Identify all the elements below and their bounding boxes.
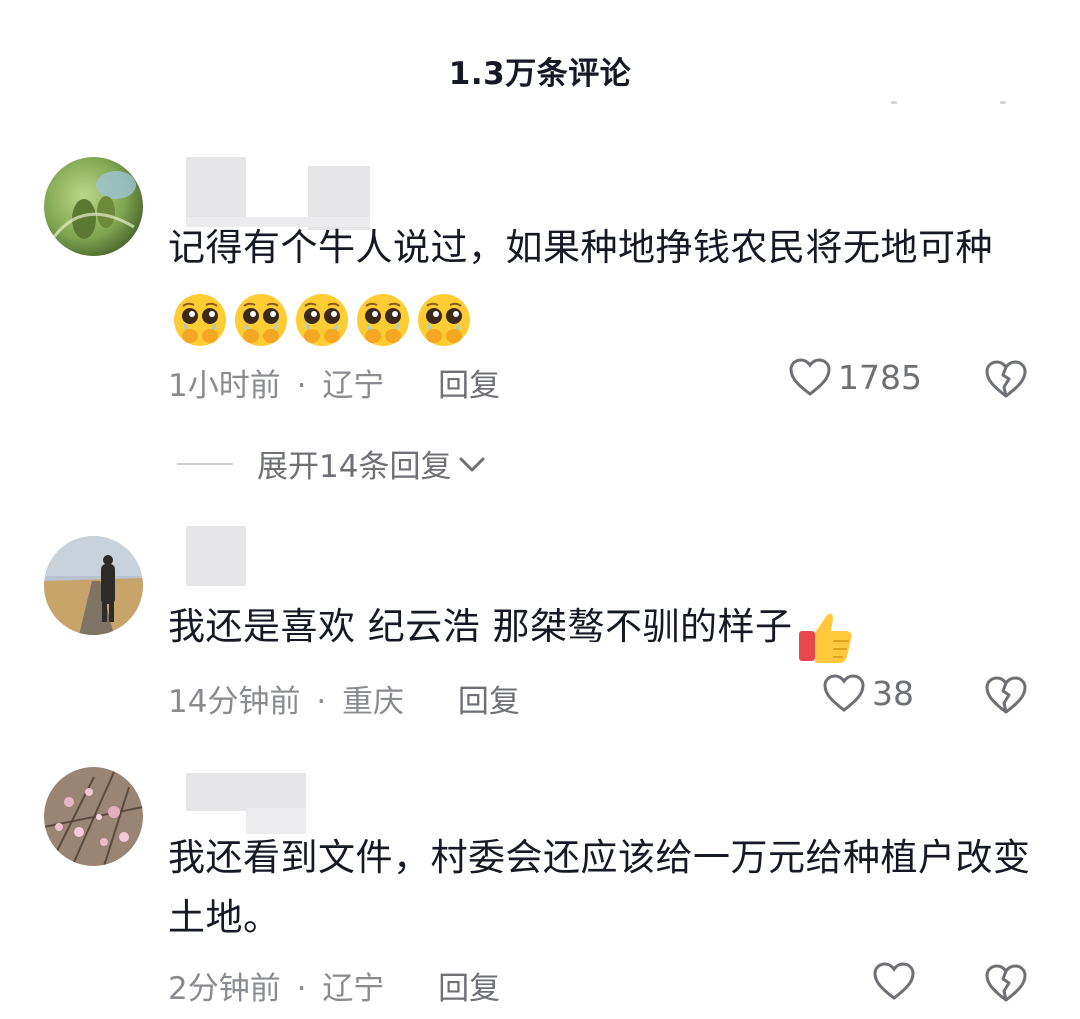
meta-separator: · [296, 368, 307, 404]
pleading-crying-face-emoji [235, 294, 287, 346]
thumbs-up-emoji [798, 613, 852, 663]
meta-separator: · [316, 684, 327, 720]
avatar[interactable] [44, 536, 143, 635]
like-button[interactable]: 1785 [788, 357, 922, 397]
pleading-crying-face-emoji [296, 294, 348, 346]
emoji-group [795, 607, 856, 667]
comment-location: 辽宁 [322, 971, 385, 1007]
like-count: 38 [872, 673, 914, 713]
username-redacted [186, 157, 246, 217]
heart-outline-icon [823, 674, 865, 712]
comment-meta: 2分钟前 · 辽宁 回复 [168, 963, 500, 1008]
chevron-down-icon [459, 457, 485, 471]
username-redacted [186, 526, 246, 586]
expand-replies-button[interactable]: 展开14条回复 [177, 441, 487, 486]
avatar[interactable] [44, 157, 143, 256]
pleading-crying-face-emoji [174, 294, 226, 346]
heart-outline-icon [873, 962, 915, 1000]
comments-count-title: 1.3万条评论 [448, 56, 632, 92]
comment-time: 1小时前 [168, 368, 281, 404]
pleading-crying-face-emoji [357, 294, 409, 346]
heart-outline-icon [789, 358, 831, 396]
like-button[interactable] [872, 961, 922, 1001]
pleading-crying-face-emoji [418, 294, 470, 346]
broken-heart-icon[interactable] [984, 675, 1028, 715]
emoji-group [170, 288, 475, 348]
reply-button[interactable]: 回复 [438, 971, 500, 1007]
comment-location: 重庆 [342, 684, 405, 720]
reply-button[interactable]: 回复 [458, 684, 520, 720]
like-count: 1785 [838, 357, 922, 397]
expand-dash [177, 462, 233, 465]
header-divider-mark [891, 101, 897, 104]
header-divider-mark [1000, 101, 1006, 104]
comment-meta: 14分钟前 · 重庆 回复 [168, 676, 520, 721]
like-button[interactable]: 38 [822, 673, 914, 713]
expand-replies-label: 展开14条回复 [257, 449, 452, 485]
meta-separator: · [296, 971, 307, 1007]
username-redacted [186, 773, 306, 811]
comment-text: 我还看到文件，村委会还应该给一万元给种植户改变土地。 [168, 836, 1031, 939]
avatar[interactable] [44, 767, 143, 866]
broken-heart-icon[interactable] [984, 963, 1028, 1003]
broken-heart-icon[interactable] [984, 359, 1028, 399]
comment-text: 我还是喜欢 纪云浩 那桀骜不驯的样子 [168, 597, 1038, 667]
comment-location: 辽宁 [322, 368, 385, 404]
reply-button[interactable]: 回复 [438, 368, 500, 404]
comment-meta: 1小时前 · 辽宁 回复 [168, 360, 500, 405]
comment-time: 14分钟前 [168, 684, 301, 720]
comment-text: 记得有个牛人说过，如果种地挣钱农民将无地可种 [168, 218, 1038, 348]
comment-time: 2分钟前 [168, 971, 281, 1007]
